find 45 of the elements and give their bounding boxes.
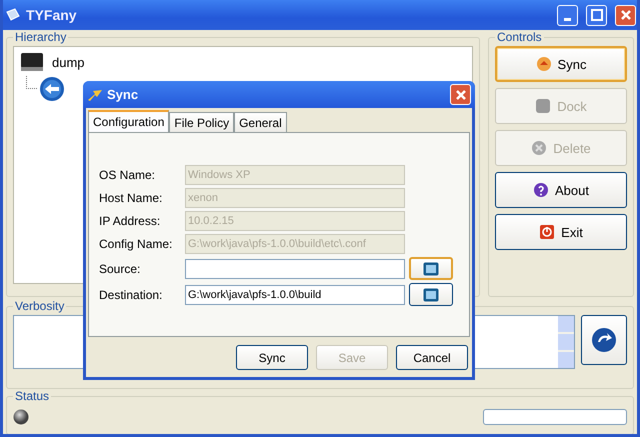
input-field[interactable]: G:\work\java\pfs-1.0.0\build: [185, 284, 405, 304]
delete-icon: [531, 140, 548, 156]
close-button[interactable]: [615, 4, 636, 26]
browse-button[interactable]: [409, 283, 453, 306]
tab[interactable]: File Policy: [169, 112, 234, 132]
field-label: Host Name:: [99, 191, 164, 205]
app-icon: [6, 8, 20, 22]
input-field[interactable]: [185, 258, 405, 278]
tab[interactable]: General: [234, 112, 287, 132]
maximize-button[interactable]: [586, 4, 607, 26]
dialog-button[interactable]: Cancel: [396, 345, 468, 370]
scrollbar[interactable]: [558, 316, 574, 368]
maximize-icon: [590, 9, 602, 21]
control-button[interactable]: Exit: [495, 214, 627, 250]
panel-title: Hierarchy: [14, 30, 68, 44]
panel-title: Verbosity: [14, 299, 66, 313]
close-button[interactable]: [450, 84, 471, 105]
field-label: Config Name:: [99, 237, 174, 251]
field-label: Destination:: [99, 288, 164, 302]
folder-icon: [423, 262, 439, 276]
control-button[interactable]: About: [495, 172, 627, 208]
field-label: IP Address:: [99, 214, 162, 228]
dialog-title: Sync: [107, 87, 138, 102]
field-label: OS Name:: [99, 168, 156, 182]
close-icon: [620, 9, 632, 21]
refresh-icon: [590, 326, 618, 354]
folder-icon: [423, 288, 439, 302]
browse-button[interactable]: [409, 257, 453, 280]
status-light-icon: [13, 409, 29, 425]
square-icon: [535, 98, 552, 114]
help-icon: [533, 182, 549, 198]
panel-title: Controls: [496, 30, 543, 44]
minimize-button[interactable]: [557, 4, 578, 26]
window-title: TYFany: [26, 7, 77, 23]
control-button[interactable]: Sync: [495, 46, 627, 82]
power-icon: [539, 224, 556, 240]
field-label: Source:: [99, 262, 142, 276]
tree-item[interactable]: dump: [20, 51, 85, 73]
dialog-button[interactable]: Sync: [236, 345, 308, 370]
minimize-icon: [564, 18, 571, 20]
drive-icon: [20, 51, 44, 73]
close-icon: [454, 88, 466, 100]
refresh-button[interactable]: [581, 315, 627, 365]
tab[interactable]: Configuration: [88, 110, 170, 132]
panel-title: Status: [14, 389, 50, 403]
